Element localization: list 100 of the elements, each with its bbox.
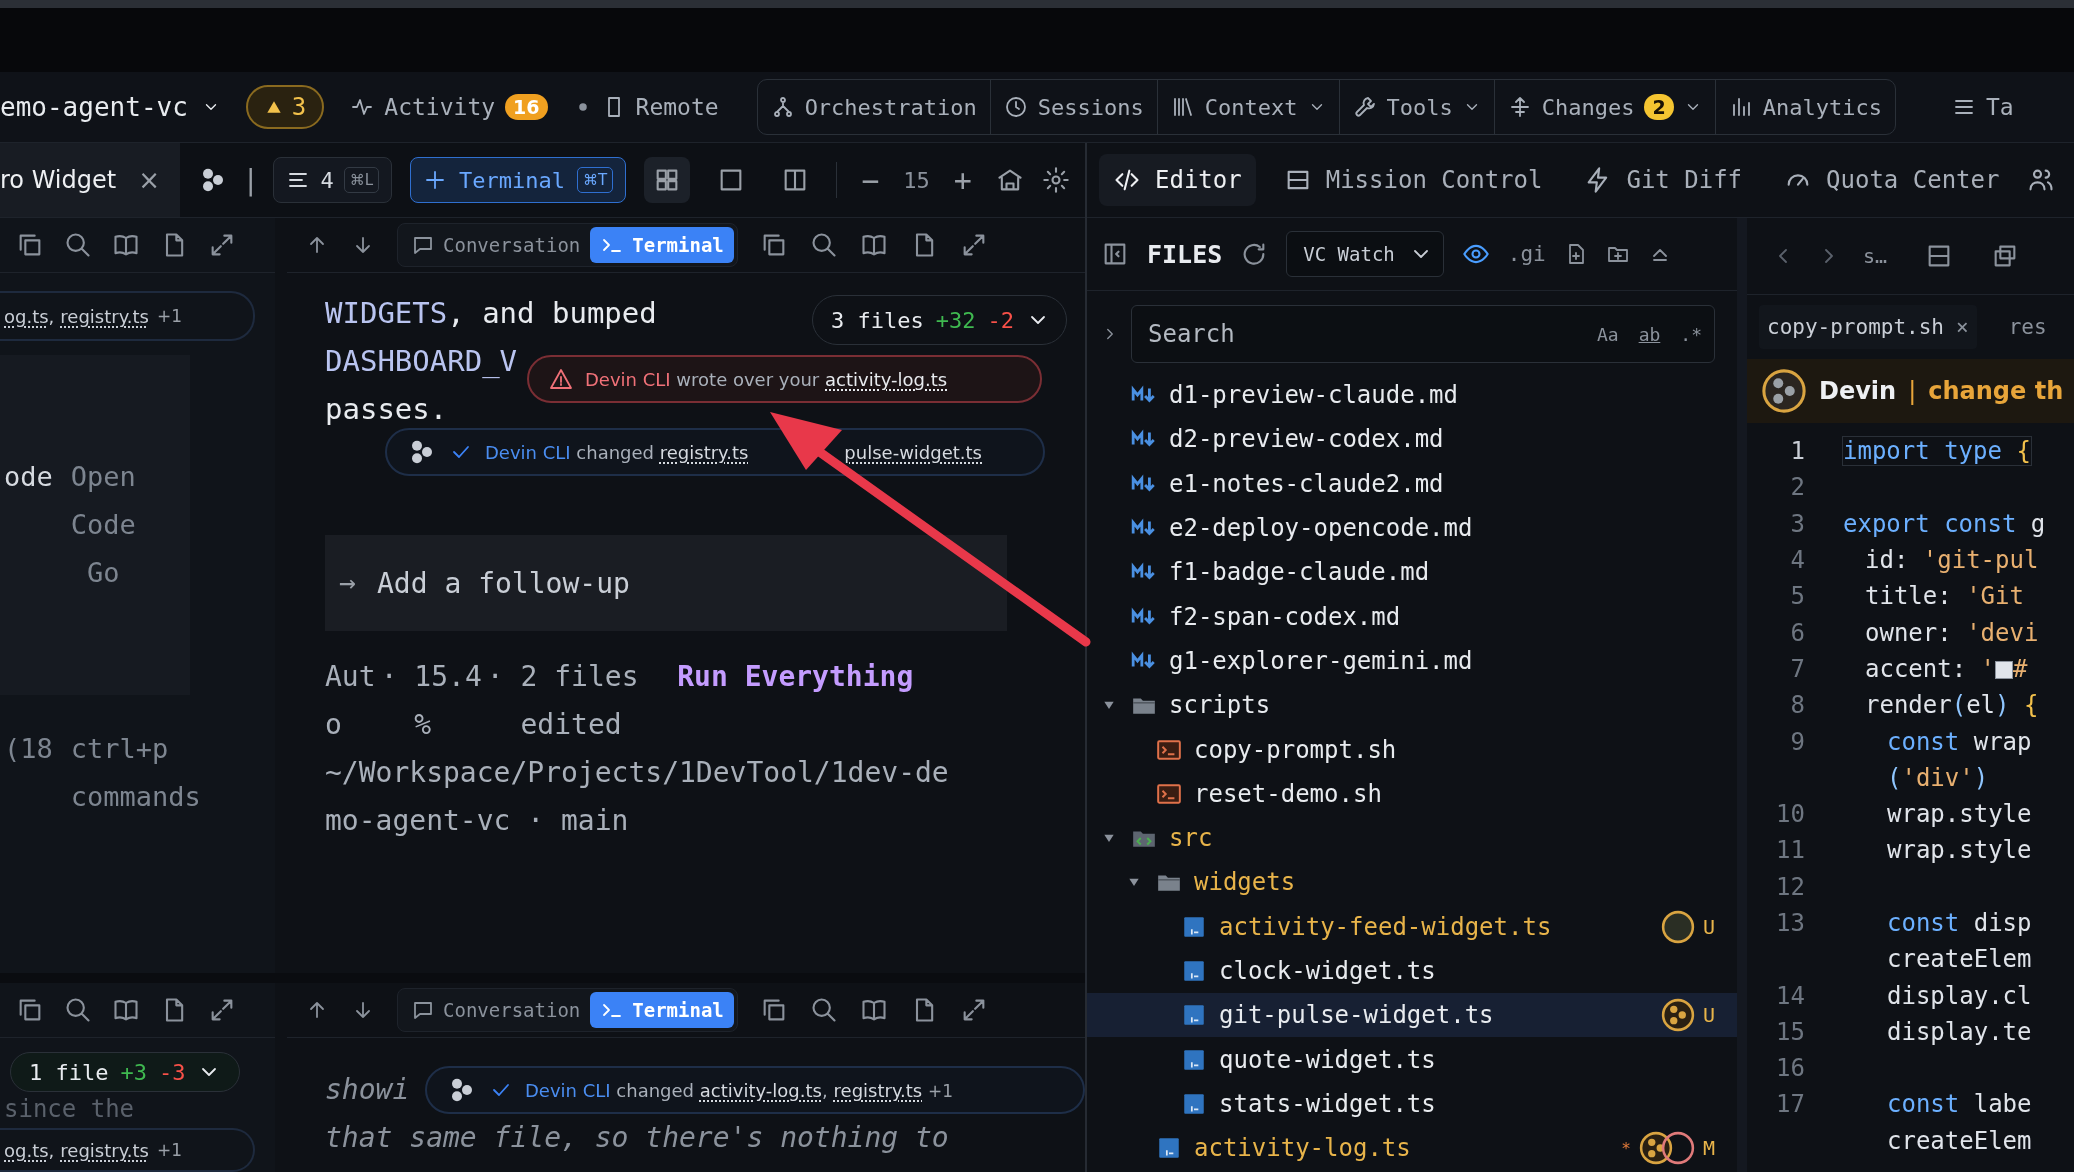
search-icon[interactable] — [809, 231, 838, 259]
search-option[interactable]: .* — [1680, 323, 1702, 345]
message-line: DASHBOARD_V — [325, 343, 518, 380]
line-number: 17 — [1775, 1090, 1805, 1119]
command-key: ode — [4, 453, 53, 597]
tree-item[interactable]: src — [1087, 815, 1737, 861]
view-tab[interactable]: Mission Control — [1269, 154, 1557, 206]
file-tab[interactable]: copy-prompt.sh × — [1759, 305, 1977, 349]
zoom-out-button[interactable]: − — [855, 162, 886, 198]
code-line: ('div') — [1887, 763, 1989, 792]
line-number: 2 — [1789, 473, 1805, 502]
git-status: U — [1702, 914, 1715, 939]
tree-item[interactable]: activity-feed-widget.ts U — [1087, 904, 1737, 949]
run-everything-button[interactable]: Run Everything — [677, 653, 914, 701]
line-number: 3 — [1789, 509, 1805, 538]
line-number: 10 — [1775, 800, 1805, 829]
line-number: 1 — [1789, 437, 1805, 466]
remote-button[interactable]: Remote — [573, 94, 719, 120]
separator: | — [1908, 377, 1917, 405]
tree-item[interactable]: d1-preview-claude.md — [1087, 373, 1737, 418]
watch-dropdown[interactable]: VC Watch — [1286, 231, 1444, 277]
code-line: display.te — [1887, 1017, 2032, 1046]
pane-tab[interactable]: Terminal — [590, 992, 734, 1028]
nav-button[interactable]: Changes 2 — [1494, 80, 1716, 134]
pane-tab[interactable]: Conversation — [401, 227, 591, 263]
code-line: id: 'git-pul — [1865, 546, 2039, 575]
layout-button[interactable] — [644, 157, 691, 203]
nav-button[interactable]: Orchestration — [757, 80, 991, 134]
code-line: const labe — [1887, 1090, 2032, 1119]
diff-summary-chip[interactable]: 1 file +3 -3 — [10, 1052, 240, 1092]
modified-mark: * — [1621, 1138, 1631, 1158]
code-line: createElem — [1887, 1126, 2032, 1155]
agent-avatar — [1660, 998, 1695, 1033]
search-field[interactable]: Search Aa ab .* — [1131, 305, 1715, 363]
notification-toast[interactable]: Devin CLI changed activity-log.ts, registry.ts +1 — [425, 1066, 1085, 1114]
code-line: createElem — [1887, 945, 2032, 974]
tree-item[interactable]: copy-prompt.sh — [1087, 727, 1737, 772]
line-number: 9 — [1789, 727, 1805, 756]
session-tab[interactable]: ro Widget × — [0, 143, 180, 217]
tree-item[interactable]: d2-preview-codex.md — [1087, 417, 1737, 462]
tree-item[interactable]: stats-widget.ts — [1087, 1081, 1737, 1127]
close-button[interactable]: × — [138, 165, 160, 195]
diff-summary-chip[interactable]: 3 files +32 -2 — [812, 295, 1067, 345]
file-tab[interactable]: res — [2000, 305, 2055, 349]
code-line: title: 'Git — [1865, 582, 2024, 611]
close-button[interactable]: × — [1956, 315, 1969, 339]
search-option[interactable]: Aa — [1596, 323, 1619, 345]
tree-item[interactable]: f1-badge-claude.md — [1087, 550, 1737, 595]
zoom-in-button[interactable]: + — [947, 162, 978, 198]
tree-item[interactable]: reset-demo.sh — [1087, 771, 1737, 816]
nav-button[interactable]: Analytics — [1715, 80, 1895, 134]
tasks-button[interactable]: Ta — [1951, 94, 2014, 120]
search-icon[interactable] — [64, 231, 92, 259]
status-text: Auto — [325, 659, 377, 743]
tree-item[interactable]: activity-log.ts * M — [1087, 1126, 1737, 1171]
nav-button[interactable]: Sessions — [990, 80, 1158, 134]
changed-files-chip[interactable]: og.ts, registry.ts +1 — [0, 291, 255, 341]
code-line: owner: 'devi — [1865, 618, 2039, 647]
search-option[interactable]: ab — [1638, 323, 1661, 345]
view-tab[interactable]: Editor — [1099, 154, 1256, 206]
notification-toast[interactable]: Devin CLI wrote over your activity-log.ts — [527, 355, 1042, 403]
tree-item[interactable]: e1-notes-claude2.md — [1087, 461, 1737, 506]
plus-icon — [423, 168, 447, 192]
tree-item[interactable]: g1-explorer-gemini.md — [1087, 638, 1737, 684]
nav-button[interactable]: Context — [1157, 80, 1340, 134]
pane-tab[interactable]: Conversation — [401, 992, 591, 1028]
gitignore-toggle[interactable]: .gi — [1507, 242, 1546, 266]
panel-title: FILES — [1147, 239, 1223, 269]
new-terminal-button[interactable]: Terminal ⌘T — [410, 157, 627, 203]
search-icon[interactable] — [809, 996, 838, 1024]
agent-avatar — [1761, 368, 1807, 414]
empty-avatar — [1660, 909, 1695, 944]
line-number: 12 — [1775, 872, 1805, 901]
code-line: wrap.style — [1887, 800, 2032, 829]
toast-text: Devin CLI wrote over your activity-log.ts — [585, 368, 948, 390]
view-tab[interactable]: Quota Center — [1770, 154, 2014, 206]
code-line: const wrap — [1887, 727, 2032, 756]
tree-item[interactable]: clock-widget.ts — [1087, 948, 1737, 994]
nav-button[interactable]: Tools — [1339, 80, 1495, 134]
tree-item[interactable]: e2-deploy-opencode.md — [1087, 505, 1737, 551]
tree-item[interactable]: f2-span-codex.md — [1087, 594, 1737, 639]
file-name: src — [1169, 824, 1213, 853]
view-tab[interactable]: Git Diff — [1570, 154, 1757, 206]
breadcrumb[interactable]: s… — [1863, 244, 1888, 268]
file-name: clock-widget.ts — [1219, 957, 1436, 985]
tree-item[interactable]: widgets — [1087, 860, 1737, 905]
tree-item[interactable]: git-pulse-widget.ts U — [1087, 993, 1737, 1038]
tree-item[interactable]: quote-widget.ts — [1087, 1037, 1737, 1082]
project-dropdown[interactable]: emo-agent-vc — [0, 92, 220, 122]
changed-files-chip[interactable]: og.ts, registry.ts +1 — [0, 1128, 255, 1172]
search-icon[interactable] — [64, 996, 92, 1024]
toast-text: Devin CLI changed activity-log.ts, registry.ts +1 — [525, 1079, 953, 1101]
pane-tab[interactable]: Terminal — [590, 227, 734, 263]
file-name: reset-demo.sh — [1194, 779, 1382, 808]
warning-badge[interactable]: 3 — [245, 85, 325, 129]
activity-button[interactable]: Activity 16 — [350, 94, 548, 120]
notification-toast[interactable]: Devin CLI changed registry.ts pulse-widget.ts — [385, 428, 1045, 476]
tree-item[interactable]: scripts — [1087, 683, 1737, 728]
toast-text: Devin CLI changed registry.ts pulse-widget.ts — [485, 441, 982, 463]
lines-button[interactable]: 4 ⌘L — [273, 157, 392, 203]
